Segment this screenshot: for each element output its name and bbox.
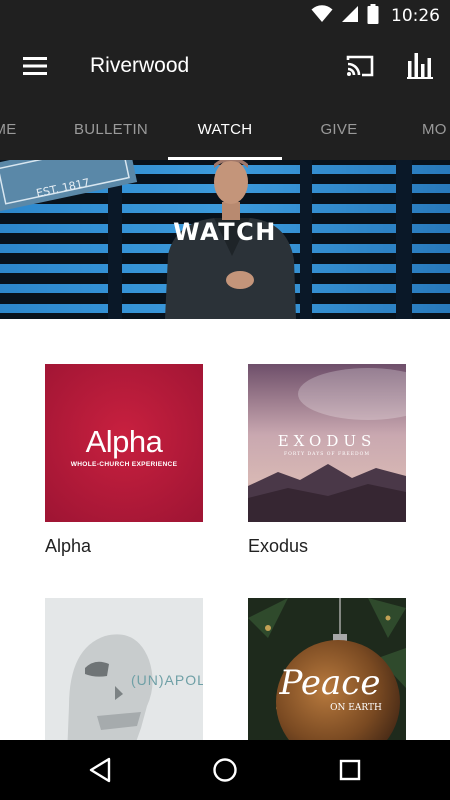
cast-icon[interactable]: [340, 50, 380, 82]
peace-on-earth-artwork: Peace ON EARTH: [248, 598, 406, 740]
cell-signal-icon: [341, 5, 359, 28]
status-time: 10:26: [391, 6, 440, 26]
watch-hero-banner: EST. 1817 WATCH: [0, 160, 450, 319]
status-bar: 10:26: [0, 0, 450, 32]
series-grid: Alpha WHOLE-CHURCH EXPERIENCE Alpha EXOD…: [0, 319, 450, 740]
tab-more[interactable]: MO: [422, 100, 450, 160]
menu-icon[interactable]: [14, 46, 56, 86]
battery-icon: [367, 3, 379, 29]
tab-bar: ME BULLETIN WATCH GIVE MO: [0, 100, 450, 160]
series-card-unapologetic[interactable]: (UN)APOL: [45, 598, 203, 740]
bar-chart-icon[interactable]: [402, 50, 438, 82]
series-card-peace-on-earth[interactable]: Peace ON EARTH: [248, 598, 406, 740]
exodus-artwork: EXODUS FORTY DAYS OF FREEDOM: [248, 364, 406, 522]
peace-art-subtitle: ON EARTH: [330, 703, 382, 713]
series-card-exodus[interactable]: EXODUS FORTY DAYS OF FREEDOM Exodus: [248, 364, 406, 557]
series-label: Exodus: [248, 536, 309, 556]
home-icon[interactable]: [207, 752, 243, 788]
app-screen: 10:26 Riverwood ME: [0, 0, 450, 800]
exodus-art-title: EXODUS: [278, 432, 377, 450]
tab-watch[interactable]: WATCH: [168, 100, 282, 160]
unapologetic-artwork: (UN)APOL: [45, 598, 203, 740]
recents-icon[interactable]: [332, 752, 368, 788]
wifi-icon: [311, 4, 333, 28]
exodus-art-subtitle: FORTY DAYS OF FREEDOM: [284, 451, 370, 457]
system-navigation-bar: [0, 740, 450, 800]
peace-art-title: Peace: [279, 663, 381, 703]
app-bar: Riverwood: [0, 32, 450, 100]
alpha-art-title: Alpha: [86, 424, 164, 459]
tab-give[interactable]: GIVE: [282, 100, 396, 160]
back-icon[interactable]: [82, 752, 118, 788]
series-label: Alpha: [45, 536, 92, 556]
unapologetic-art-title: (UN)APOL: [131, 672, 203, 688]
hero-title: WATCH: [173, 218, 277, 246]
alpha-art-subtitle: WHOLE-CHURCH EXPERIENCE: [71, 461, 178, 468]
series-card-alpha[interactable]: Alpha WHOLE-CHURCH EXPERIENCE Alpha: [45, 364, 203, 557]
tab-bulletin[interactable]: BULLETIN: [54, 100, 168, 160]
tab-home[interactable]: ME: [0, 100, 30, 160]
app-title: Riverwood: [90, 54, 190, 77]
alpha-artwork: Alpha WHOLE-CHURCH EXPERIENCE: [45, 364, 203, 522]
